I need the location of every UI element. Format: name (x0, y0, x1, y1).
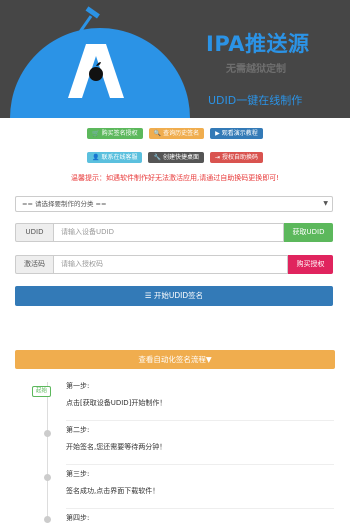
timeline-step-3: 第三步: 签名成功,点击界面下载软件！ (66, 469, 334, 509)
step-description: 签名成功,点击界面下载软件！ (66, 487, 160, 495)
step-divider (66, 420, 334, 421)
timeline-step-2: 第二步: 开始签名,您还需要等待两分钟！ (66, 425, 334, 465)
signing-flow-timeline: 起始 第一步: 点击[获取设备UDID]开始制作！ 第二步: 开始签名,您还需要… (0, 378, 350, 523)
step-description: 点击[获取设备UDID]开始制作！ (66, 399, 167, 407)
step-description: 开始签名,您还需要等待两分钟！ (66, 443, 167, 451)
timeline-dot (44, 430, 51, 437)
warm-notice: 温馨提示：如遇软件制作好无法激活应用,请通过自助换码更换即可! (70, 174, 280, 182)
activation-code-input[interactable]: 请输入授权码 (54, 255, 288, 274)
watch-tutorial-button[interactable]: ▶ 观看演示教程 (210, 128, 263, 139)
step-divider (66, 464, 334, 465)
brand-title: IPA推送源 (206, 32, 310, 56)
category-select[interactable]: == 请选择要制作的分类 == ▼ (15, 196, 333, 212)
udid-input[interactable]: 请输入设备UDID (54, 223, 284, 242)
brand-subtitle: 无需越狱定制 (226, 64, 286, 75)
dropdown-caret-icon: ▼ (323, 200, 328, 207)
video-icon: ▶ (215, 130, 220, 137)
step-title: 第三步: (66, 470, 90, 478)
action-buttons-row-2: 👤 联系在线客服 🔧 创建快捷桌面 ⇥ 授权自助换码 (0, 152, 350, 163)
contact-support-label: 联系在线客服 (101, 154, 138, 161)
udid-label: UDID (15, 223, 54, 242)
query-history-label: 查询历史签名 (163, 130, 200, 137)
buy-authorization-button[interactable]: 购买授权 (288, 255, 333, 274)
step-title: 第二步: (66, 426, 90, 434)
category-select-value: == 请选择要制作的分类 == (22, 200, 107, 208)
step-divider (66, 508, 334, 509)
server-icon: ☰ (144, 291, 154, 300)
view-signing-flow-button[interactable]: 查看自动化签名流程▼ (15, 350, 335, 369)
create-shortcut-label: 创建快捷桌面 (162, 154, 199, 161)
timeline-start-badge: 起始 (32, 386, 52, 397)
query-history-button[interactable]: 🔍 查询历史签名 (148, 128, 205, 139)
start-udid-signing-button[interactable]: ☰ 开始UDID签名 (15, 286, 333, 306)
get-udid-button[interactable]: 获取UDID (284, 223, 333, 242)
activation-code-input-group: 激活码 请输入授权码 购买授权 (15, 255, 333, 274)
activation-code-label: 激活码 (15, 255, 54, 274)
watch-tutorial-label: 观看演示教程 (221, 130, 258, 137)
start-udid-signing-label: 开始UDID签名 (153, 291, 204, 300)
timeline-step-1: 第一步: 点击[获取设备UDID]开始制作！ (66, 381, 334, 421)
self-exchange-code-label: 授权自助换码 (222, 154, 259, 161)
action-buttons-row-1: 🛒 购买签名授权 🔍 查询历史签名 ▶ 观看演示教程 (0, 128, 350, 139)
user-icon: 👤 (91, 154, 100, 161)
login-icon: ⇥ (214, 154, 220, 161)
self-exchange-code-button[interactable]: ⇥ 授权自助换码 (209, 152, 264, 163)
cart-icon: 🛒 (92, 130, 100, 137)
create-shortcut-button[interactable]: 🔧 创建快捷桌面 (148, 152, 204, 163)
timeline-dot (44, 474, 51, 481)
header-banner: IPA推送源 无需越狱定制 UDID一键在线制作 (0, 0, 350, 118)
timeline-line (47, 382, 48, 522)
search-icon: 🔍 (153, 130, 162, 137)
step-title: 第一步: (66, 382, 90, 390)
buy-signature-button[interactable]: 🛒 购买签名授权 (87, 128, 143, 139)
buy-signature-label: 购买签名授权 (101, 130, 138, 137)
contact-support-button[interactable]: 👤 联系在线客服 (86, 152, 143, 163)
wrench-icon: 🔧 (153, 154, 161, 161)
udid-input-group: UDID 请输入设备UDID 获取UDID (15, 223, 333, 242)
brand-tagline: UDID一键在线制作 (208, 94, 303, 107)
app-logo-icon (10, 6, 190, 118)
